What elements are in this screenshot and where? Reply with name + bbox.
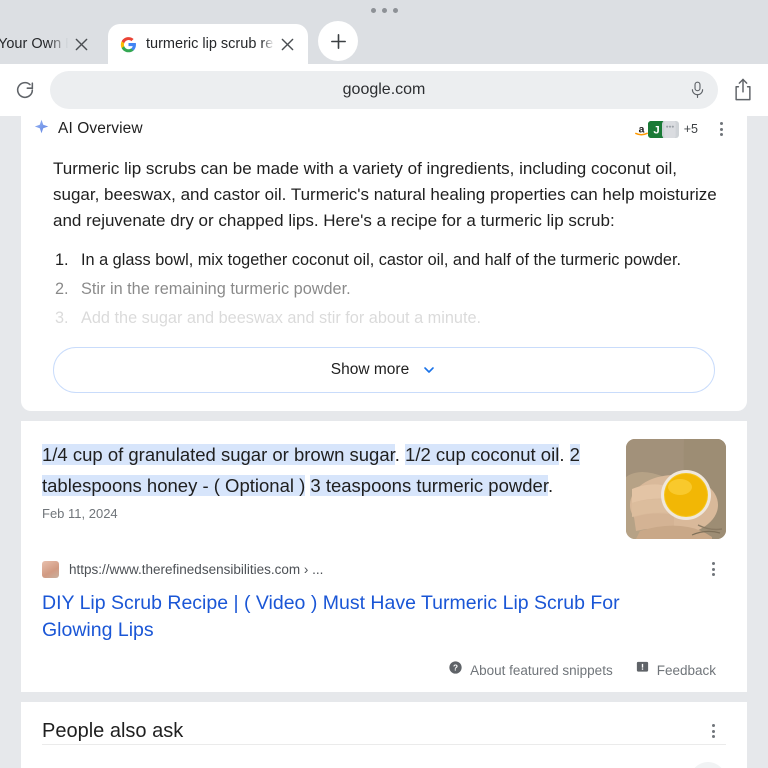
window-drag-handle[interactable] xyxy=(0,0,768,20)
search-results-page: AI Overview a J +5 Turmeric lip scrubs c… xyxy=(0,116,768,768)
drag-dot xyxy=(381,7,387,13)
chevron-down-icon[interactable] xyxy=(690,762,726,768)
people-also-ask-header: People also ask xyxy=(42,718,726,744)
url-text: google.com xyxy=(342,81,426,98)
plus-icon xyxy=(330,33,346,49)
share-icon[interactable] xyxy=(726,73,760,107)
third-site-favicon xyxy=(661,120,679,138)
card-gap xyxy=(0,692,768,702)
tab-title: Your Own E xyxy=(0,36,68,52)
snippet-part: 3 teaspoons turmeric powder xyxy=(310,475,548,496)
step-number: 3. xyxy=(55,309,69,327)
list-item: 1. In a glass bowl, mix together coconut… xyxy=(55,246,717,275)
people-also-ask-title: People also ask xyxy=(42,719,184,742)
sources-more-count: +5 xyxy=(683,122,698,136)
close-icon[interactable] xyxy=(70,33,92,55)
ai-overview-label: AI Overview xyxy=(58,120,143,137)
featured-snippet-text: 1/4 cup of granulated sugar or brown sug… xyxy=(42,439,612,501)
snippet-url: https://www.therefinedsensibilities.com … xyxy=(69,561,324,577)
svg-text:J: J xyxy=(653,124,659,136)
list-item: 3. Add the sugar and beeswax and stir fo… xyxy=(55,304,717,333)
site-favicon xyxy=(42,560,59,578)
ai-overview-header: AI Overview a J +5 xyxy=(21,116,747,142)
step-number: 1. xyxy=(55,251,69,269)
about-featured-snippets-label: About featured snippets xyxy=(470,662,613,678)
list-item: 2. Stir in the remaining turmeric powder… xyxy=(55,275,717,304)
reload-icon[interactable] xyxy=(8,73,42,107)
tab-turmeric-lip-scrub-recipe[interactable]: turmeric lip scrub recipe xyxy=(108,24,308,64)
tab-strip: Your Own E turmeric lip scrub recipe xyxy=(0,20,768,64)
tab-title: turmeric lip scrub recipe xyxy=(146,36,274,52)
card-gap xyxy=(0,411,768,421)
snippet-part: 1/2 cup coconut oil xyxy=(405,444,560,465)
svg-text:?: ? xyxy=(453,664,458,673)
microphone-icon[interactable] xyxy=(684,77,710,103)
ai-overview-paragraph: Turmeric lip scrubs can be made with a v… xyxy=(53,159,717,230)
ai-sparkle-icon xyxy=(34,119,49,139)
snippet-date: Feb 11, 2024 xyxy=(42,506,118,521)
svg-text:a: a xyxy=(638,124,644,135)
feedback-flag-icon xyxy=(635,660,650,680)
feedback-label: Feedback xyxy=(656,662,716,678)
step-number: 2. xyxy=(55,280,69,298)
close-icon[interactable] xyxy=(276,33,298,55)
more-options-icon[interactable] xyxy=(700,718,726,744)
about-featured-snippets-link[interactable]: ? About featured snippets xyxy=(448,660,613,680)
snippet-thumbnail[interactable] xyxy=(626,439,726,539)
hand-holding-lip-scrub-image xyxy=(626,439,726,539)
paa-question-0[interactable]: How do you make a turmeric lip scrub? xyxy=(42,744,726,768)
drag-dot xyxy=(370,7,376,13)
people-also-ask-card: People also ask How do you make a turmer… xyxy=(21,702,747,768)
featured-snippet-card: 1/4 cup of granulated sugar or brown sug… xyxy=(21,421,747,692)
step-text: Add the sugar and beeswax and stir for a… xyxy=(81,309,482,327)
more-options-icon[interactable] xyxy=(708,116,734,142)
snippet-title-link[interactable]: DIY Lip Scrub Recipe | ( Video ) Must Ha… xyxy=(42,590,642,644)
snippet-part: . xyxy=(394,444,406,465)
step-text: In a glass bowl, mix together coconut oi… xyxy=(81,251,681,269)
drag-dot xyxy=(392,7,398,13)
ai-overview-card: AI Overview a J +5 Turmeric lip scrubs c… xyxy=(21,116,747,411)
browser-chrome: Your Own E turmeric lip scrub recipe xyxy=(0,0,768,116)
tab-your-own[interactable]: Your Own E xyxy=(0,24,102,64)
browser-window: Your Own E turmeric lip scrub recipe xyxy=(0,0,768,768)
feedback-link[interactable]: Feedback xyxy=(635,660,716,680)
address-bar[interactable]: google.com xyxy=(50,71,718,109)
new-tab-button[interactable] xyxy=(318,21,358,61)
ai-overview-steps: 1. In a glass bowl, mix together coconut… xyxy=(21,246,747,333)
snippet-part: . xyxy=(559,444,570,465)
google-g-icon xyxy=(120,36,137,53)
ai-overview-sources[interactable]: a J +5 xyxy=(632,116,734,142)
snippet-part: 1/4 cup of granulated sugar or brown sug… xyxy=(42,444,395,465)
help-circle-icon: ? xyxy=(448,660,463,680)
step-text: Stir in the remaining turmeric powder. xyxy=(81,280,351,298)
show-more-button[interactable]: Show more xyxy=(53,347,715,393)
snippet-part: . xyxy=(547,475,554,496)
more-options-icon[interactable] xyxy=(700,556,726,582)
show-more-label: Show more xyxy=(330,361,410,378)
chevron-down-icon xyxy=(421,362,437,378)
snippet-source-line[interactable]: https://www.therefinedsensibilities.com … xyxy=(42,556,726,582)
browser-toolbar: google.com xyxy=(0,64,768,116)
source-favicons[interactable]: a J xyxy=(632,120,679,138)
snippet-footer: ? About featured snippets Feedback xyxy=(42,660,726,680)
